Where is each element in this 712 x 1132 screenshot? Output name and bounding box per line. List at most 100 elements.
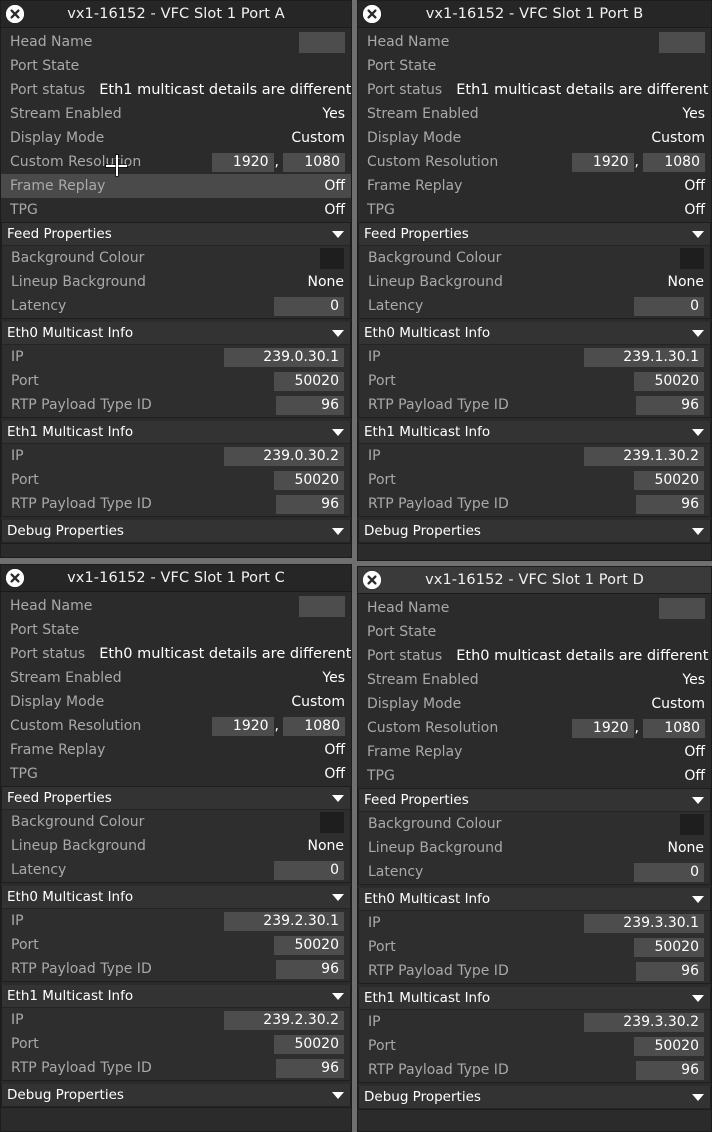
custom-resolution-row[interactable]: Custom Resolution 1920, 1080: [1, 714, 351, 738]
port-status-row[interactable]: Port status Eth1 multicast details are di…: [1, 78, 351, 102]
eth0-multicast-section-port-row[interactable]: Port 50020: [359, 935, 710, 959]
eth1-multicast-section-ip-field[interactable]: 239.3.30.2: [584, 1012, 704, 1032]
titlebar-port-d[interactable]: vx1-16152 - VFC Slot 1 Port D: [358, 567, 711, 594]
eth1-multicast-section-header[interactable]: Eth1 Multicast Info: [2, 985, 350, 1008]
resolution-width-input[interactable]: 1920: [211, 716, 274, 736]
head-name-row[interactable]: Head Name: [358, 596, 711, 620]
eth0-multicast-section-ip-row[interactable]: IP 239.3.30.1: [359, 911, 710, 935]
eth0-multicast-section-header[interactable]: Eth0 Multicast Info: [359, 322, 710, 345]
head-name-input[interactable]: [299, 595, 345, 617]
eth1-multicast-section-rtp-row[interactable]: RTP Payload Type ID 96: [2, 492, 350, 516]
feed-properties-header[interactable]: Feed Properties: [359, 223, 710, 246]
display-mode-row[interactable]: Display Mode Custom: [1, 690, 351, 714]
custom-resolution-row[interactable]: Custom Resolution 1920, 1080: [358, 150, 711, 174]
head-name-row[interactable]: Head Name: [1, 30, 351, 54]
stream-enabled-row[interactable]: Stream Enabled Yes: [358, 668, 711, 692]
port-state-row[interactable]: Port State: [1, 618, 351, 642]
debug-properties-header[interactable]: Debug Properties: [359, 520, 710, 543]
eth0-multicast-section-port-field[interactable]: 50020: [634, 371, 704, 391]
eth1-multicast-section-header[interactable]: Eth1 Multicast Info: [359, 987, 710, 1010]
port-state-row[interactable]: Port State: [358, 54, 711, 78]
eth1-multicast-section-rtp-row[interactable]: RTP Payload Type ID 96: [359, 492, 710, 516]
chevron-down-icon[interactable]: [692, 230, 704, 238]
chevron-down-icon[interactable]: [332, 329, 344, 337]
eth0-multicast-section-ip-field[interactable]: 239.0.30.1: [224, 347, 344, 367]
tpg-row[interactable]: TPG Off: [358, 198, 711, 222]
stream-enabled-row[interactable]: Stream Enabled Yes: [1, 102, 351, 126]
head-name-input[interactable]: [659, 597, 705, 619]
custom-resolution-row[interactable]: Custom Resolution 1920, 1080: [358, 716, 711, 740]
window-port-a[interactable]: vx1-16152 - VFC Slot 1 Port A Head Name Po…: [0, 0, 352, 558]
tpg-row[interactable]: TPG Off: [1, 762, 351, 786]
eth1-multicast-section-rtp-field[interactable]: 96: [636, 494, 704, 514]
chevron-down-icon[interactable]: [332, 893, 344, 901]
feed-properties-header[interactable]: Feed Properties: [2, 787, 350, 810]
head-name-row[interactable]: Head Name: [358, 30, 711, 54]
eth1-multicast-section-port-field[interactable]: 50020: [634, 1036, 704, 1056]
eth0-multicast-section-header[interactable]: Eth0 Multicast Info: [2, 322, 350, 345]
chevron-down-icon[interactable]: [332, 992, 344, 1000]
chevron-down-icon[interactable]: [692, 895, 704, 903]
chevron-down-icon[interactable]: [332, 428, 344, 436]
eth0-multicast-section-rtp-field[interactable]: 96: [276, 959, 344, 979]
eth0-multicast-section-ip-row[interactable]: IP 239.1.30.1: [359, 345, 710, 369]
eth0-multicast-section-rtp-row[interactable]: RTP Payload Type ID 96: [2, 393, 350, 417]
port-status-row[interactable]: Port status Eth0 multicast details are di…: [1, 642, 351, 666]
resolution-width-input[interactable]: 1920: [211, 152, 274, 172]
latency-row[interactable]: Latency 0: [359, 860, 710, 884]
head-name-row[interactable]: Head Name: [1, 594, 351, 618]
eth1-multicast-section-port-row[interactable]: Port 50020: [2, 468, 350, 492]
head-name-input[interactable]: [659, 31, 705, 53]
close-icon[interactable]: [363, 5, 381, 23]
resolution-height-input[interactable]: 1080: [283, 716, 345, 736]
chevron-down-icon[interactable]: [692, 329, 704, 337]
background-colour-row[interactable]: Background Colour: [2, 810, 350, 834]
chevron-down-icon[interactable]: [692, 428, 704, 436]
display-mode-row[interactable]: Display Mode Custom: [358, 692, 711, 716]
eth0-multicast-section-ip-field[interactable]: 239.2.30.1: [224, 911, 344, 931]
eth0-multicast-section-ip-field[interactable]: 239.1.30.1: [584, 347, 704, 367]
chevron-down-icon[interactable]: [692, 1093, 704, 1101]
background-colour-swatch[interactable]: [680, 813, 704, 835]
eth0-multicast-section-rtp-field[interactable]: 96: [636, 961, 704, 981]
tpg-row[interactable]: TPG Off: [1, 198, 351, 222]
lineup-background-row[interactable]: Lineup Background None: [2, 270, 350, 294]
chevron-down-icon[interactable]: [692, 994, 704, 1002]
eth0-multicast-section-port-row[interactable]: Port 50020: [2, 933, 350, 957]
window-port-c[interactable]: vx1-16152 - VFC Slot 1 Port C Head Name Po…: [0, 564, 352, 1132]
eth0-multicast-section-ip-row[interactable]: IP 239.0.30.1: [2, 345, 350, 369]
eth1-multicast-section-ip-field[interactable]: 239.1.30.2: [584, 446, 704, 466]
titlebar-port-b[interactable]: vx1-16152 - VFC Slot 1 Port B: [358, 1, 711, 28]
eth1-multicast-section-rtp-field[interactable]: 96: [276, 1058, 344, 1078]
eth0-multicast-section-header[interactable]: Eth0 Multicast Info: [2, 886, 350, 909]
frame-replay-row[interactable]: Frame Replay Off: [1, 174, 351, 198]
latency-input[interactable]: 0: [634, 862, 704, 882]
resolution-width-input[interactable]: 1920: [571, 718, 634, 738]
background-colour-row[interactable]: Background Colour: [359, 246, 710, 270]
stream-enabled-row[interactable]: Stream Enabled Yes: [1, 666, 351, 690]
window-port-b[interactable]: vx1-16152 - VFC Slot 1 Port B Head Name Po…: [357, 0, 712, 561]
background-colour-swatch[interactable]: [320, 811, 344, 833]
eth1-multicast-section-ip-row[interactable]: IP 239.2.30.2: [2, 1008, 350, 1032]
eth1-multicast-section-rtp-row[interactable]: RTP Payload Type ID 96: [359, 1058, 710, 1082]
resolution-height-input[interactable]: 1080: [643, 718, 705, 738]
debug-properties-header[interactable]: Debug Properties: [2, 520, 350, 543]
eth1-multicast-section-rtp-field[interactable]: 96: [276, 494, 344, 514]
eth0-multicast-section-ip-field[interactable]: 239.3.30.1: [584, 913, 704, 933]
close-icon[interactable]: [363, 571, 381, 589]
debug-properties-header[interactable]: Debug Properties: [2, 1084, 350, 1107]
background-colour-row[interactable]: Background Colour: [2, 246, 350, 270]
eth1-multicast-section-header[interactable]: Eth1 Multicast Info: [359, 421, 710, 444]
resolution-height-input[interactable]: 1080: [283, 152, 345, 172]
feed-properties-header[interactable]: Feed Properties: [359, 789, 710, 812]
eth1-multicast-section-port-row[interactable]: Port 50020: [2, 1032, 350, 1056]
close-icon[interactable]: [6, 569, 24, 587]
eth1-multicast-section-rtp-row[interactable]: RTP Payload Type ID 96: [2, 1056, 350, 1080]
eth0-multicast-section-port-row[interactable]: Port 50020: [359, 369, 710, 393]
titlebar-port-c[interactable]: vx1-16152 - VFC Slot 1 Port C: [1, 565, 351, 592]
latency-row[interactable]: Latency 0: [2, 858, 350, 882]
latency-input[interactable]: 0: [634, 296, 704, 316]
background-colour-row[interactable]: Background Colour: [359, 812, 710, 836]
eth1-multicast-section-ip-field[interactable]: 239.2.30.2: [224, 1010, 344, 1030]
eth0-multicast-section-port-row[interactable]: Port 50020: [2, 369, 350, 393]
